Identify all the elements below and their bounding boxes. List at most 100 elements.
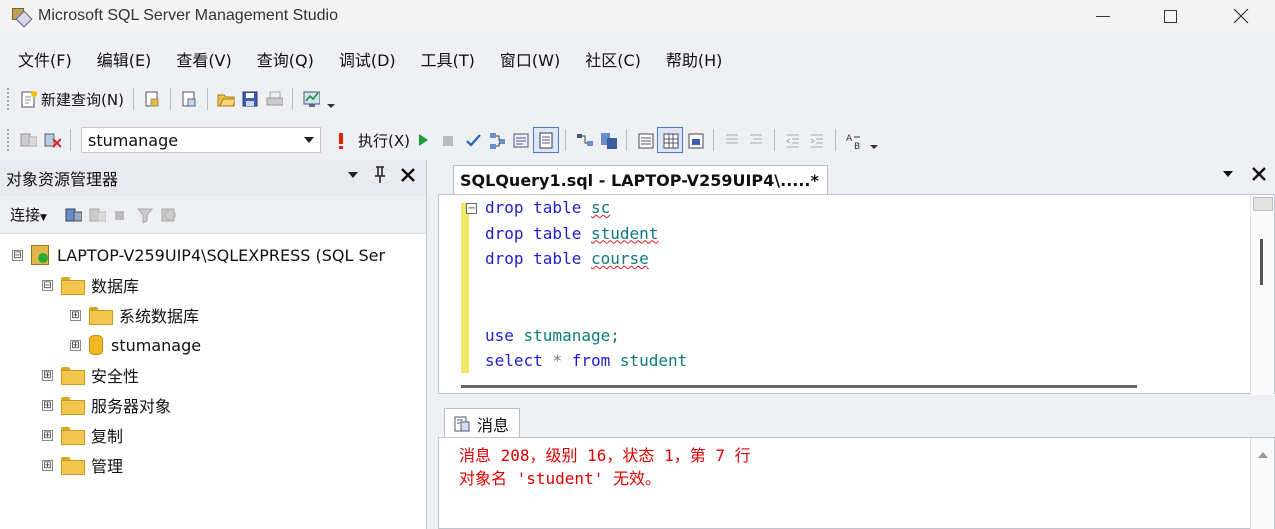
connect-button[interactable] xyxy=(16,127,40,153)
menu-window[interactable]: 窗口(W) xyxy=(500,47,560,71)
execute-button[interactable]: 执行(X) xyxy=(333,127,413,153)
svg-text:A: A xyxy=(846,134,853,144)
expand-icon[interactable]: ⊞ xyxy=(42,369,53,381)
oe-refresh-button[interactable] xyxy=(157,202,181,228)
window-title: Microsoft SQL Server Management Studio xyxy=(38,7,338,24)
specify-template-values-button[interactable]: AB xyxy=(842,127,866,153)
folder-icon xyxy=(61,367,85,385)
results-to-grid-button[interactable] xyxy=(656,127,683,153)
object-explorer-header: 对象资源管理器 xyxy=(0,160,426,196)
toolbar-overflow-button[interactable] xyxy=(325,88,335,110)
folder-icon xyxy=(61,457,85,475)
tab-messages[interactable]: 消息 xyxy=(444,408,521,438)
toolbar-grip[interactable] xyxy=(6,87,10,111)
messages-icon xyxy=(454,416,470,431)
template-values-icon: AB xyxy=(846,134,860,149)
collapse-icon[interactable]: ⊟ xyxy=(42,279,53,291)
splitter-handle[interactable] xyxy=(1253,197,1273,211)
new-query-button[interactable]: 新建查询(N) xyxy=(16,86,127,112)
expand-icon[interactable]: ⊞ xyxy=(70,309,81,321)
expand-icon[interactable]: ⊞ xyxy=(42,399,53,411)
tree-node-system-databases[interactable]: ⊞ 系统数据库 xyxy=(0,300,426,330)
database-icon xyxy=(89,335,103,355)
save-icon xyxy=(242,91,258,107)
outline-collapse-icon[interactable]: − xyxy=(466,203,477,214)
tree-node-stumanage[interactable]: ⊞ stumanage xyxy=(0,330,426,360)
parse-button[interactable] xyxy=(461,127,485,153)
decrease-indent-button[interactable] xyxy=(781,127,805,153)
window-position-dropdown-icon[interactable] xyxy=(346,168,360,182)
database-engine-query-button[interactable] xyxy=(140,86,164,112)
oe-connect-button[interactable] xyxy=(61,202,85,228)
sql-code[interactable]: drop table sc drop table student drop ta… xyxy=(485,195,687,374)
tree-node-security[interactable]: ⊞ 安全性 xyxy=(0,360,426,390)
increase-indent-button[interactable] xyxy=(805,127,829,153)
query-options-button[interactable] xyxy=(509,127,533,153)
toolbar-overflow-button[interactable] xyxy=(868,129,878,151)
minimize-button[interactable] xyxy=(1080,0,1126,32)
tree-node-server[interactable]: ⊟ LAPTOP-V259UIP4\SQLEXPRESS (SQL Ser xyxy=(0,240,426,270)
toolbar-grip[interactable] xyxy=(6,128,10,152)
cancel-execution-button[interactable] xyxy=(437,127,461,153)
print-button[interactable] xyxy=(262,86,286,112)
close-window-button[interactable] xyxy=(1218,0,1264,32)
comment-out-button[interactable] xyxy=(720,127,744,153)
expand-icon[interactable]: ⊞ xyxy=(42,459,53,471)
menu-community[interactable]: 社区(C) xyxy=(585,47,641,71)
menu-tools[interactable]: 工具(T) xyxy=(421,47,475,71)
tree-node-databases[interactable]: ⊟ 数据库 xyxy=(0,270,426,300)
messages-scrollbar[interactable] xyxy=(1250,438,1274,529)
toolbar-separator xyxy=(712,129,714,151)
include-actual-plan-button[interactable] xyxy=(572,127,596,153)
collapse-icon[interactable]: ⊟ xyxy=(12,249,23,261)
toolbar-separator xyxy=(291,88,293,110)
scroll-up-icon[interactable] xyxy=(1258,452,1268,458)
menu-debug[interactable]: 调试(D) xyxy=(339,47,396,71)
expand-icon[interactable]: ⊞ xyxy=(42,429,53,441)
scroll-thumb[interactable] xyxy=(1260,239,1263,285)
tree-node-replication[interactable]: ⊞ 复制 xyxy=(0,420,426,450)
analysis-query-button[interactable] xyxy=(177,86,201,112)
display-estimated-plan-button[interactable] xyxy=(485,127,509,153)
tree-node-management[interactable]: ⊞ 管理 xyxy=(0,450,426,480)
decrease-indent-icon xyxy=(786,134,799,148)
maximize-button[interactable] xyxy=(1147,0,1193,32)
menu-view[interactable]: 查看(V) xyxy=(176,47,231,71)
close-icon[interactable] xyxy=(1251,166,1267,182)
menu-edit[interactable]: 编辑(E) xyxy=(97,47,152,71)
debug-button[interactable] xyxy=(413,127,437,153)
tree-node-server-objects[interactable]: ⊞ 服务器对象 xyxy=(0,390,426,420)
query-editor[interactable]: − drop table sc drop table student drop … xyxy=(438,194,1275,395)
available-databases-select[interactable]: stumanage xyxy=(81,127,321,153)
intellisense-button[interactable] xyxy=(532,127,559,153)
checkmark-icon xyxy=(466,134,481,147)
activity-monitor-button[interactable] xyxy=(299,86,323,112)
editor-vertical-scrollbar[interactable] xyxy=(1250,195,1274,395)
tab-sqlquery1[interactable]: SQLQuery1.sql - LAPTOP-V259UIP4\.....* xyxy=(453,165,828,194)
menu-file[interactable]: 文件(F) xyxy=(18,47,72,71)
auto-hide-pin-icon[interactable] xyxy=(372,166,388,184)
change-connection-button[interactable] xyxy=(40,127,64,153)
results-to-file-button[interactable] xyxy=(683,127,707,153)
results-to-text-button[interactable] xyxy=(633,127,657,153)
expand-icon[interactable]: ⊞ xyxy=(70,339,81,351)
uncomment-button[interactable] xyxy=(744,127,768,153)
oe-stop-button[interactable] xyxy=(109,202,133,228)
oe-filter-button[interactable] xyxy=(133,202,157,228)
oe-disconnect-button[interactable] xyxy=(85,202,109,228)
menu-help[interactable]: 帮助(H) xyxy=(666,47,723,71)
connect-dropdown[interactable]: 连接▼ xyxy=(10,204,47,225)
filter-icon xyxy=(136,208,154,224)
editor-horizontal-scrollbar[interactable] xyxy=(461,385,1137,388)
open-file-button[interactable] xyxy=(214,86,238,112)
activity-monitor-icon xyxy=(303,91,320,107)
messages-pane[interactable]: 消息 208，级别 16，状态 1，第 7 行 对象名 'student' 无效… xyxy=(438,437,1275,529)
menu-query[interactable]: 查询(Q) xyxy=(257,47,314,71)
stop-icon xyxy=(442,136,453,146)
client-statistics-button[interactable] xyxy=(596,127,620,153)
close-icon[interactable] xyxy=(400,167,416,183)
save-button[interactable] xyxy=(238,86,262,112)
results-tab-bar: 消息 xyxy=(438,402,1275,438)
active-files-dropdown-icon[interactable] xyxy=(1221,167,1235,181)
